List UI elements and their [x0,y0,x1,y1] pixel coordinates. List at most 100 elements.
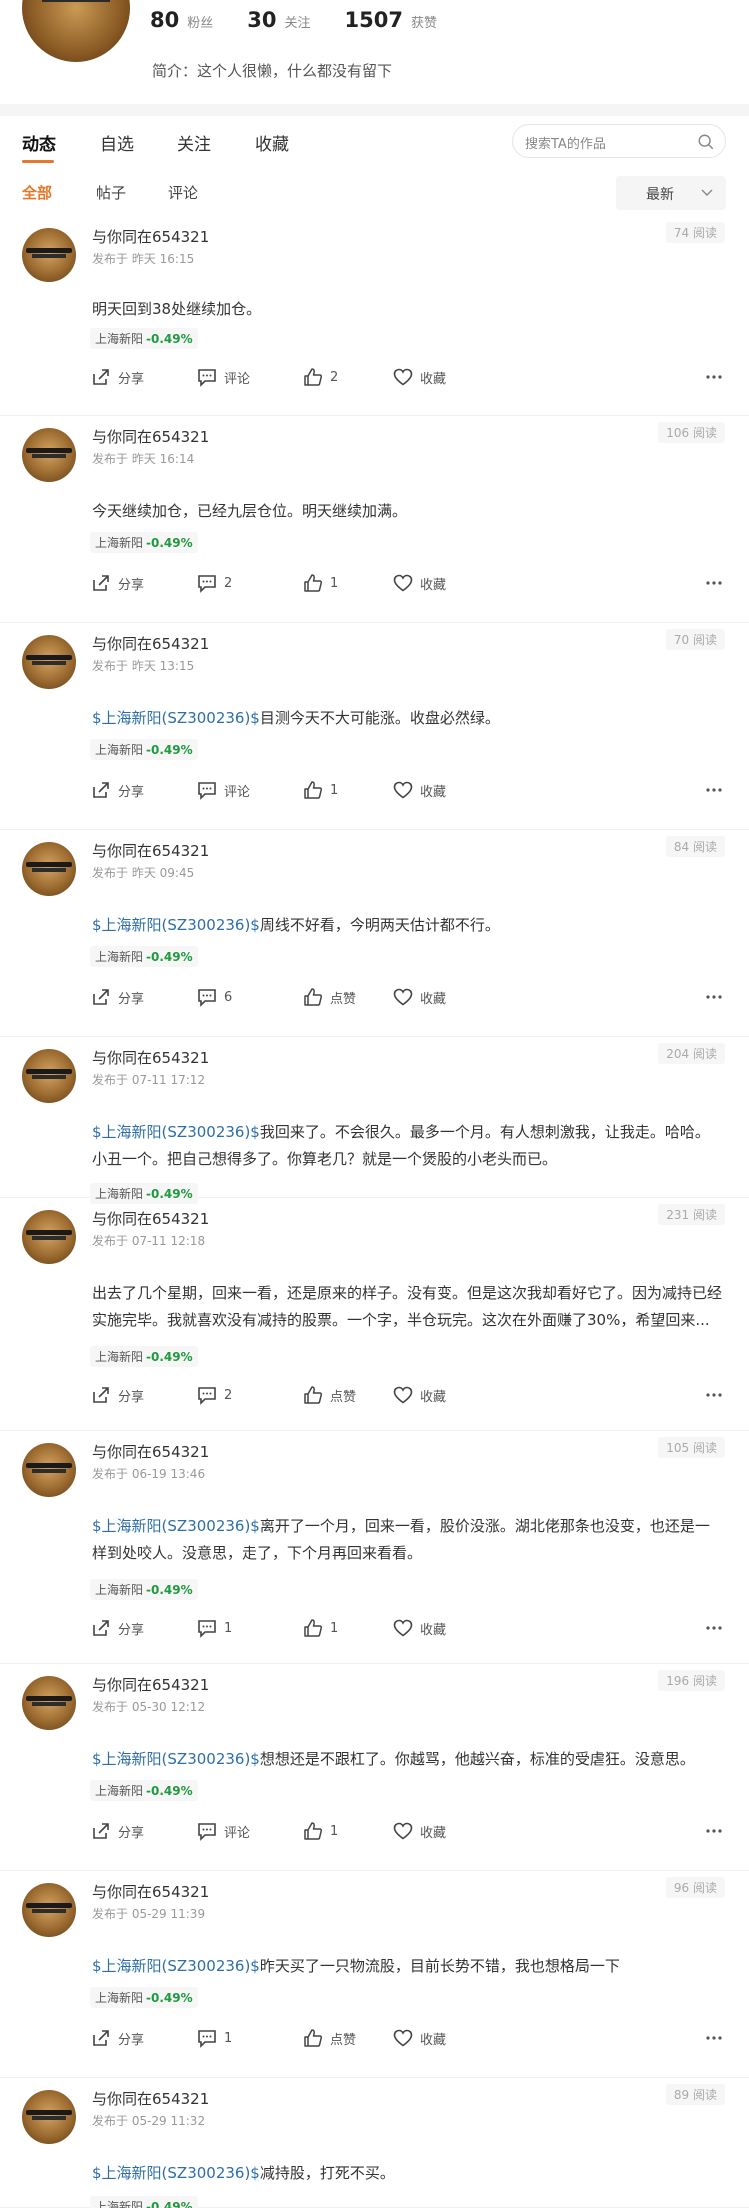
user-name[interactable]: 与你同在654321 [92,840,209,861]
search-icon[interactable] [697,133,715,151]
post-item[interactable]: 与你同在654321 发布于 07-11 12:18 231 阅读 出去了几个星期，回… [0,1198,749,1431]
collect-button[interactable]: 收藏 [392,1820,446,1842]
user-name[interactable]: 与你同在654321 [92,633,209,654]
stat-fans[interactable]: 80 粉丝 [150,8,213,32]
post-content[interactable]: $上海新阳(SZ300236)$减持股，打死不买。 [92,2160,724,2187]
user-avatar[interactable] [22,228,76,282]
stock-tag[interactable]: 上海新阳 -0.49% [90,946,198,967]
subtab-comments[interactable]: 评论 [168,182,198,203]
stock-tag[interactable]: 上海新阳 -0.49% [90,1780,198,1801]
post-content[interactable]: $上海新阳(SZ300236)$离开了一个月，回来一看，股价没涨。湖北佬那条也没… [92,1513,724,1567]
subtab-posts[interactable]: 帖子 [96,182,126,203]
comment-button[interactable]: 2 [196,572,232,594]
user-name[interactable]: 与你同在654321 [92,2088,209,2109]
tab-following[interactable]: 关注 [177,130,211,155]
user-avatar[interactable] [22,1883,76,1937]
post-item[interactable]: 与你同在654321 发布于 05-29 11:39 96 阅读 $上海新阳(SZ30… [0,1871,749,2078]
collect-button[interactable]: 收藏 [392,366,446,388]
stock-tag[interactable]: 上海新阳 -0.49% [90,532,198,553]
user-name[interactable]: 与你同在654321 [92,1674,209,1695]
post-content[interactable]: 出去了几个星期，回来一看，还是原来的样子。没有变。但是这次我却看好它了。因为减持… [92,1280,724,1334]
user-avatar[interactable] [22,1210,76,1264]
more-options-icon[interactable] [704,1824,724,1838]
post-content[interactable]: $上海新阳(SZ300236)$昨天买了一只物流股，目前长势不错，我也想格局一下 [92,1953,724,1980]
stock-tag[interactable]: 上海新阳 -0.49% [90,739,198,760]
subtab-all[interactable]: 全部 [22,182,52,203]
profile-avatar[interactable] [22,0,130,62]
user-avatar[interactable] [22,2090,76,2144]
tab-dynamics[interactable]: 动态 [22,130,56,155]
stock-link[interactable]: $上海新阳(SZ300236)$ [92,916,260,934]
more-options-icon[interactable] [704,990,724,1004]
tab-watchlist[interactable]: 自选 [100,130,134,155]
user-avatar[interactable] [22,1443,76,1497]
post-item[interactable]: 与你同在654321 发布于 昨天 16:15 74 阅读 明天回到38处继续加仓。上… [0,216,749,416]
user-name[interactable]: 与你同在654321 [92,1441,209,1462]
post-content[interactable]: $上海新阳(SZ300236)$我回来了。不会很久。最多一个月。有人想刺激我，让… [92,1119,724,1173]
stock-tag[interactable]: 上海新阳 -0.49% [90,1346,198,1367]
post-item[interactable]: 与你同在654321 发布于 07-11 17:12 204 阅读 $上海新阳(SZ3… [0,1037,749,1204]
more-options-icon[interactable] [704,576,724,590]
post-content[interactable]: 明天回到38处继续加仓。 [92,296,724,323]
like-button[interactable]: 点赞 [302,1384,356,1406]
share-button[interactable]: 分享 [90,1820,144,1842]
stock-link[interactable]: $上海新阳(SZ300236)$ [92,709,260,727]
post-item[interactable]: 与你同在654321 发布于 昨天 16:14 106 阅读 今天继续加仓，已经九层仓… [0,416,749,623]
collect-button[interactable]: 收藏 [392,1384,446,1406]
tab-favorites[interactable]: 收藏 [255,130,289,155]
more-options-icon[interactable] [704,1388,724,1402]
sort-dropdown[interactable]: 最新 [616,176,726,210]
share-button[interactable]: 分享 [90,572,144,594]
user-avatar[interactable] [22,1676,76,1730]
post-content[interactable]: $上海新阳(SZ300236)$目测今天不大可能涨。收盘必然绿。 [92,705,724,732]
collect-button[interactable]: 收藏 [392,1617,446,1639]
stock-link[interactable]: $上海新阳(SZ300236)$ [92,1750,260,1768]
like-button[interactable]: 2 [302,366,338,388]
stock-link[interactable]: $上海新阳(SZ300236)$ [92,1123,260,1141]
post-content[interactable]: 今天继续加仓，已经九层仓位。明天继续加满。 [92,498,724,525]
comment-button[interactable]: 2 [196,1384,232,1406]
comment-button[interactable]: 1 [196,1617,232,1639]
share-button[interactable]: 分享 [90,2027,144,2049]
post-item[interactable]: 与你同在654321 发布于 昨天 13:15 70 阅读 $上海新阳(SZ30023… [0,623,749,830]
user-avatar[interactable] [22,1049,76,1103]
stock-link[interactable]: $上海新阳(SZ300236)$ [92,1517,260,1535]
like-button[interactable]: 1 [302,1820,338,1842]
user-name[interactable]: 与你同在654321 [92,1208,209,1229]
share-button[interactable]: 分享 [90,366,144,388]
more-options-icon[interactable] [704,2031,724,2045]
like-button[interactable]: 点赞 [302,2027,356,2049]
share-button[interactable]: 分享 [90,1617,144,1639]
stock-link[interactable]: $上海新阳(SZ300236)$ [92,2164,260,2182]
like-button[interactable]: 1 [302,779,338,801]
stat-follow[interactable]: 30 关注 [247,8,310,32]
user-name[interactable]: 与你同在654321 [92,1047,209,1068]
comment-button[interactable]: 评论 [196,1820,250,1842]
post-item[interactable]: 与你同在654321 发布于 06-19 13:46 105 阅读 $上海新阳(SZ3… [0,1431,749,1664]
stock-tag[interactable]: 上海新阳 -0.49% [90,1579,198,1600]
post-content[interactable]: $上海新阳(SZ300236)$想想还是不跟杠了。你越骂，他越兴奋，标准的受虐狂… [92,1746,724,1773]
user-name[interactable]: 与你同在654321 [92,226,209,247]
user-avatar[interactable] [22,428,76,482]
stock-tag[interactable]: 上海新阳 -0.49% [90,1987,198,2008]
comment-button[interactable]: 评论 [196,366,250,388]
more-options-icon[interactable] [704,1621,724,1635]
post-content[interactable]: $上海新阳(SZ300236)$周线不好看，今明两天估计都不行。 [92,912,724,939]
like-button[interactable]: 1 [302,572,338,594]
share-button[interactable]: 分享 [90,779,144,801]
more-options-icon[interactable] [704,783,724,797]
collect-button[interactable]: 收藏 [392,986,446,1008]
collect-button[interactable]: 收藏 [392,572,446,594]
like-button[interactable]: 1 [302,1617,338,1639]
user-avatar[interactable] [22,842,76,896]
like-button[interactable]: 点赞 [302,986,356,1008]
stock-tag[interactable]: 上海新阳 -0.49% [90,2196,198,2208]
more-options-icon[interactable] [704,370,724,384]
collect-button[interactable]: 收藏 [392,779,446,801]
share-button[interactable]: 分享 [90,1384,144,1406]
search-input[interactable]: 搜索TA的作品 [512,124,726,158]
user-name[interactable]: 与你同在654321 [92,426,209,447]
share-button[interactable]: 分享 [90,986,144,1008]
user-name[interactable]: 与你同在654321 [92,1881,209,1902]
collect-button[interactable]: 收藏 [392,2027,446,2049]
